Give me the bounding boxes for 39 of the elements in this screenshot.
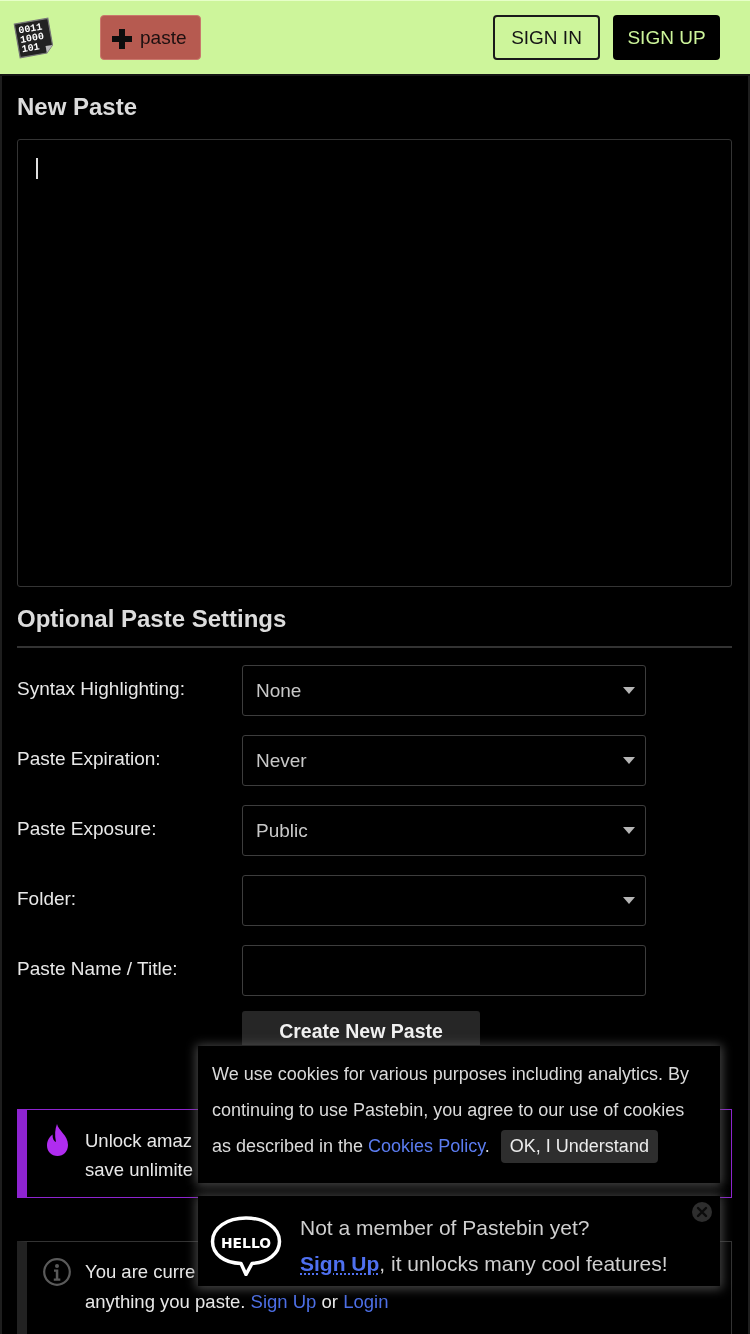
notice-link[interactable]: Sign Up	[250, 1291, 317, 1312]
new-paste-button[interactable]: paste	[100, 15, 201, 60]
paste-text-area[interactable]	[17, 139, 732, 587]
field-label: Paste Exposure:	[17, 818, 157, 840]
field-label: Paste Expiration:	[17, 748, 161, 770]
info-icon	[43, 1258, 71, 1286]
accept-cookies-button[interactable]: OK, I Understand	[500, 1129, 658, 1163]
notice-link[interactable]: Login	[343, 1291, 389, 1312]
dropdown-select[interactable]: None	[242, 665, 646, 716]
cookies-policy-link[interactable]: Cookies Policy	[368, 1136, 485, 1156]
plus-icon	[112, 29, 132, 49]
sign-up-link[interactable]: Sign Up	[300, 1252, 380, 1275]
notice-text: anything you paste. Sign Up or Login	[85, 1290, 389, 1314]
dropdown-caret-icon	[623, 827, 635, 834]
text-cursor	[36, 158, 38, 179]
section-title: Optional Paste Settings	[17, 605, 287, 633]
dropdown-caret-icon	[623, 897, 635, 904]
dropdown-select[interactable]	[242, 875, 646, 926]
dropdown-caret-icon	[623, 757, 635, 764]
notice-text: save unlimite	[85, 1158, 193, 1182]
dropdown-select[interactable]: Never	[242, 735, 646, 786]
field-label: Syntax Highlighting:	[17, 678, 185, 700]
speech-bubble-icon: HELLO	[210, 1216, 282, 1276]
field-label: Paste Name / Title:	[17, 958, 178, 980]
field-label: Folder:	[17, 888, 77, 910]
dropdown-select[interactable]: Public	[242, 805, 646, 856]
signup-message: Sign Up, it unlocks many cool features!	[300, 1251, 668, 1277]
close-icon[interactable]	[692, 1202, 712, 1222]
dropdown-caret-icon	[623, 687, 635, 694]
section-title: New Paste	[17, 93, 138, 121]
text-input[interactable]	[242, 945, 646, 996]
flame-icon	[44, 1124, 71, 1156]
notice-text: You are curre	[85, 1260, 196, 1284]
signup-prompt: Not a member of Pastebin yet?	[300, 1215, 590, 1241]
notice-text: Unlock amaz	[85, 1129, 192, 1153]
sign-in-button[interactable]: SIGN IN	[493, 15, 600, 60]
create-paste-button[interactable]: Create New Paste	[242, 1011, 480, 1045]
cookie-message: as described in the Cookies Policy.	[212, 1135, 490, 1158]
sign-up-button[interactable]: SIGN UP	[613, 15, 720, 60]
